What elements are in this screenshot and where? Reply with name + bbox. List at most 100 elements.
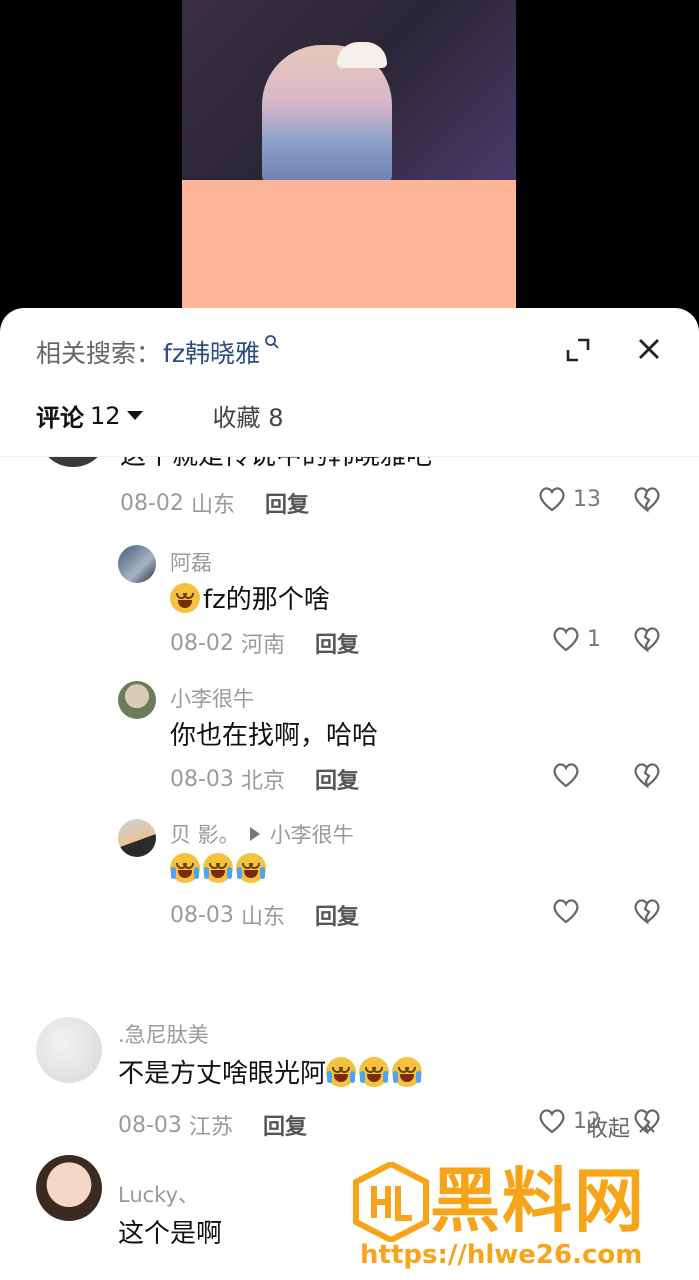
comment-text: 不是方丈啥眼光阿 [118, 1053, 425, 1090]
comment-text: 这个就是传说中的韩晓雅吧 [120, 457, 432, 472]
reply-button[interactable]: 回复 [265, 487, 309, 519]
video-hat [337, 42, 387, 68]
username-text[interactable]: 小李很牛 [170, 683, 254, 713]
like-button[interactable] [551, 897, 581, 925]
dislike-button[interactable] [632, 761, 662, 791]
heart-icon [551, 625, 581, 653]
comment-date: 08-03 [118, 1112, 182, 1138]
avatar[interactable] [118, 545, 156, 583]
related-search[interactable]: 相关搜索： fz韩晓雅 [36, 334, 280, 370]
emoji-mouth [178, 870, 192, 878]
tab-favorites[interactable]: 收藏 8 [213, 398, 284, 433]
sheet-tabs: 评论 12 收藏 8 [36, 398, 283, 433]
watermark-url: https://hlwe26.com [360, 1240, 643, 1270]
comment-meta: 08-03 江苏 回复 [118, 1109, 307, 1141]
collapse-replies-button[interactable]: 收起 [586, 1111, 656, 1143]
laugh-cry-emoji [392, 1056, 423, 1087]
tab-comments[interactable]: 评论 12 [36, 398, 143, 433]
broken-heart-icon [632, 899, 662, 929]
emoji-mouth [400, 1073, 415, 1082]
close-icon[interactable] [634, 334, 664, 364]
emoji-mouth [211, 870, 225, 878]
username-text[interactable]: 贝 影。 [170, 819, 240, 849]
comment-date: 08-02 [170, 630, 234, 656]
emoji-tear [171, 867, 176, 879]
emoji-tear [227, 867, 232, 879]
username[interactable]: 阿磊 [170, 547, 212, 577]
search-icon [264, 334, 280, 355]
username[interactable]: Lucky、 [118, 1179, 199, 1209]
avatar[interactable] [36, 1155, 102, 1221]
emoji-mouth [178, 599, 192, 608]
laugh-cry-emoji [170, 853, 200, 883]
dislike-button[interactable] [632, 625, 662, 655]
avatar[interactable] [118, 681, 156, 719]
heart-icon [551, 761, 581, 789]
comment-text [170, 853, 269, 883]
tab-comments-count: 12 [90, 401, 121, 430]
video-frame [182, 0, 516, 180]
emoji-tear [260, 867, 265, 879]
reply-to-username[interactable]: 小李很牛 [270, 819, 354, 849]
like-button[interactable]: 1 [551, 625, 601, 653]
comment-meta: 08-03 山东 回复 [170, 899, 359, 931]
avatar[interactable] [118, 819, 156, 857]
tab-favorites-count: 8 [268, 404, 284, 432]
emoji-mouth [367, 1073, 382, 1082]
like-button[interactable] [551, 761, 581, 789]
heart-icon [537, 1107, 567, 1135]
comment-sheet: 相关搜索： fz韩晓雅 评论 12 收藏 8 这个就是传说中的韩晓雅吧 [0, 308, 699, 1280]
comment-meta: 08-02 山东 回复 [120, 487, 309, 519]
related-search-keyword[interactable]: fz韩晓雅 [163, 334, 260, 370]
reply-button[interactable]: 回复 [263, 1109, 307, 1141]
emoji-mouth [334, 1073, 349, 1082]
expand-icon[interactable] [564, 336, 592, 364]
emoji-mouth [244, 870, 258, 878]
reply-button[interactable]: 回复 [315, 899, 359, 931]
emoji-tear [360, 1070, 366, 1083]
broken-heart-icon [634, 487, 660, 513]
broken-heart-icon [632, 627, 662, 657]
avatar[interactable] [36, 1017, 102, 1083]
comment-date: 08-03 [170, 766, 234, 792]
watermark-logo-icon [352, 1160, 430, 1244]
comment-date: 08-02 [120, 490, 184, 516]
emoji-tear [327, 1070, 333, 1083]
username-text[interactable]: Lucky、 [118, 1179, 199, 1209]
comment-meta: 08-02 河南 回复 [170, 627, 359, 659]
surprised-emoji [170, 582, 200, 613]
emoji-tear [350, 1070, 356, 1083]
username[interactable]: .急尼肽美 [118, 1019, 209, 1049]
emoji-tear [237, 867, 242, 879]
chevron-up-icon [638, 1115, 656, 1140]
comment-region: 北京 [240, 769, 285, 794]
reply-button[interactable]: 回复 [315, 627, 359, 659]
username[interactable]: 贝 影。 小李很牛 [170, 819, 354, 849]
related-search-label: 相关搜索： [36, 339, 162, 368]
reply-button[interactable]: 回复 [315, 763, 359, 795]
comment-text: 这个是啊 [118, 1213, 222, 1250]
laugh-cry-emoji [326, 1056, 357, 1087]
comment-text-body: fz的那个啥 [203, 585, 330, 615]
username-text[interactable]: 阿磊 [170, 547, 212, 577]
username-text[interactable]: .急尼肽美 [118, 1019, 209, 1049]
heart-icon [551, 897, 581, 925]
video-player[interactable] [0, 0, 699, 330]
reply-arrow-icon [249, 827, 260, 841]
comment-date: 08-03 [170, 902, 234, 928]
like-count: 13 [573, 486, 601, 512]
heart-icon [539, 487, 565, 512]
laugh-cry-emoji [203, 853, 233, 883]
emoji-tear [383, 1070, 389, 1083]
comment-text-body: 不是方丈啥眼光阿 [118, 1059, 327, 1089]
broken-heart-icon [632, 763, 662, 793]
tab-favorites-label: 收藏 [212, 404, 261, 432]
like-button[interactable]: 13 [537, 485, 601, 513]
comment-text-body: 这个是啊 [118, 1219, 223, 1249]
avatar[interactable] [40, 457, 106, 467]
dislike-button[interactable] [632, 485, 662, 515]
dislike-button[interactable] [632, 897, 662, 927]
username[interactable]: 小李很牛 [170, 683, 254, 713]
emoji-tear [393, 1070, 399, 1083]
emoji-tear [416, 1070, 422, 1083]
